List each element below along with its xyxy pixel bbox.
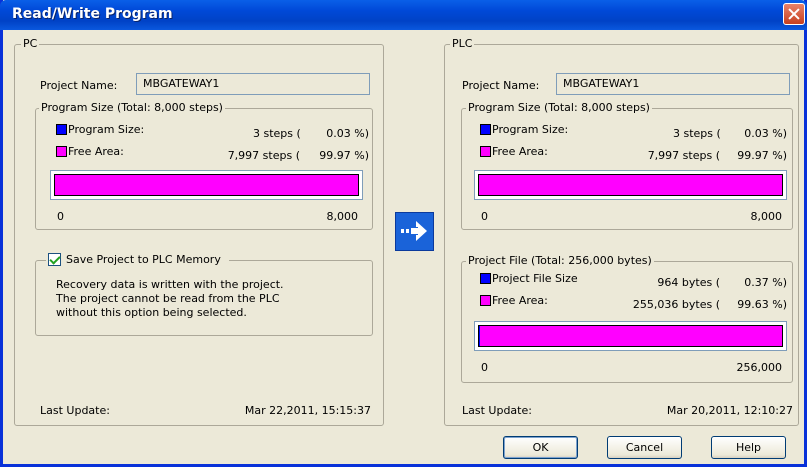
pc-program-size-pct: 0.03 %) — [326, 127, 369, 140]
pc-group-title: PC — [21, 37, 40, 50]
window-title: Read/Write Program — [12, 6, 173, 22]
pc-save-option-label: Save Project to PLC Memory — [66, 253, 221, 266]
pc-program-size-value: 3 steps ( — [253, 127, 301, 140]
plc-project-file-bar — [474, 321, 787, 351]
plc-program-size-bar-track — [478, 174, 783, 196]
pc-save-option-desc-2: The project cannot be read from the PLC — [56, 292, 280, 305]
plc-project-file-title: Project File (Total: 256,000 bytes) — [466, 254, 654, 267]
plc-project-free-pct: 99.63 %) — [737, 298, 787, 311]
pc-free-area-label: Free Area: — [68, 145, 124, 158]
help-button[interactable]: Help — [711, 436, 786, 459]
transfer-direction-button[interactable] — [395, 212, 434, 251]
pc-save-option-desc-1: Recovery data is written with the projec… — [56, 278, 284, 291]
title-bar[interactable]: Read/Write Program — [0, 0, 807, 30]
plc-program-size-axis-max: 8,000 — [750, 210, 783, 223]
plc-free-area-value: 7,997 steps ( — [647, 149, 720, 162]
pc-save-option-checkbox[interactable] — [48, 253, 61, 266]
plc-project-file-label: Project File Size — [492, 272, 578, 285]
plc-project-file-bar-track — [478, 325, 783, 347]
pc-program-size-bar — [50, 170, 363, 200]
read-write-program-dialog: Read/Write Program PC Project Name: MBGA… — [0, 0, 807, 467]
plc-free-area-pct: 99.97 %) — [737, 149, 787, 162]
pc-project-name-label: Project Name: — [40, 79, 118, 92]
pc-save-option[interactable]: Save Project to PLC Memory — [46, 252, 230, 268]
pc-free-area-pct: 99.97 %) — [319, 149, 369, 162]
pc-project-name-field: MBGATEWAY1 — [136, 73, 370, 95]
plc-project-file-swatch — [480, 273, 491, 284]
pc-program-size-label: Program Size: — [68, 123, 145, 136]
pc-last-update-label: Last Update: — [40, 404, 110, 417]
pc-program-size-swatch — [56, 124, 67, 135]
plc-project-free-label: Free Area: — [492, 294, 548, 307]
pc-last-update-value: Mar 22,2011, 15:15:37 — [244, 404, 371, 417]
plc-program-size-pct: 0.03 %) — [744, 127, 787, 140]
pc-program-size-title: Program Size (Total: 8,000 steps) — [39, 101, 225, 114]
plc-program-size-axis-min: 0 — [481, 210, 488, 223]
cancel-button[interactable]: Cancel — [607, 436, 682, 459]
plc-project-file-axis-max: 256,000 — [736, 361, 783, 374]
plc-free-area-label: Free Area: — [492, 145, 548, 158]
pc-free-area-swatch — [56, 146, 67, 157]
plc-last-update-label: Last Update: — [462, 404, 532, 417]
close-icon[interactable] — [783, 3, 805, 25]
pc-free-area-value: 7,997 steps ( — [227, 149, 300, 162]
plc-program-size-swatch — [480, 124, 491, 135]
plc-project-free-swatch — [480, 295, 491, 306]
plc-project-file-axis-min: 0 — [481, 361, 488, 374]
pc-program-size-bar-free — [55, 175, 358, 195]
plc-program-size-value: 3 steps ( — [673, 127, 721, 140]
pc-program-size-bar-track — [54, 174, 359, 196]
plc-program-size-title: Program Size (Total: 8,000 steps) — [466, 101, 652, 114]
plc-program-size-bar-free — [479, 175, 782, 195]
pc-save-option-desc-3: without this option being selected. — [56, 306, 247, 319]
plc-group-title: PLC — [450, 37, 475, 50]
right-arrow-icon — [401, 221, 427, 241]
plc-project-file-value: 964 bytes ( — [657, 276, 720, 289]
pc-program-size-axis-min: 0 — [57, 210, 64, 223]
plc-free-area-swatch — [480, 146, 491, 157]
plc-project-name-label: Project Name: — [462, 79, 540, 92]
ok-button[interactable]: OK — [503, 436, 578, 459]
pc-program-size-axis-max: 8,000 — [326, 210, 359, 223]
plc-project-file-pct: 0.37 %) — [744, 276, 787, 289]
plc-program-size-bar — [474, 170, 787, 200]
plc-last-update-value: Mar 20,2011, 12:10:27 — [666, 404, 793, 417]
plc-project-file-bar-free — [480, 326, 782, 346]
plc-program-size-label: Program Size: — [492, 123, 569, 136]
plc-project-name-field: MBGATEWAY1 — [556, 73, 790, 95]
plc-project-free-value: 255,036 bytes ( — [632, 298, 720, 311]
